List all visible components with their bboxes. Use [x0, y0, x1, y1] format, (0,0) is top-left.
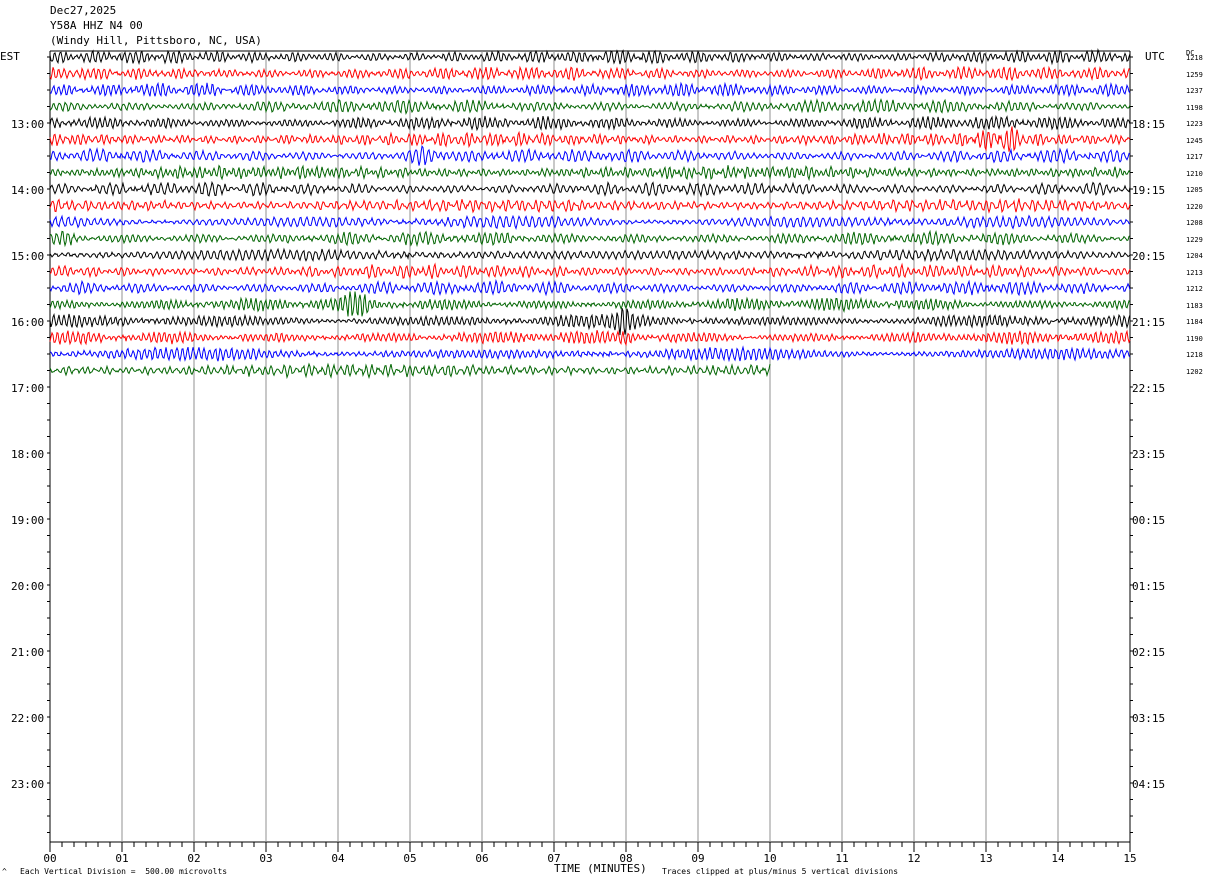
seismic-trace — [49, 198, 1131, 214]
seismic-trace — [49, 164, 1131, 182]
seismic-trace — [49, 247, 1131, 263]
seismic-trace — [49, 278, 1131, 297]
seismic-trace — [49, 81, 1131, 99]
seismic-trace — [49, 291, 1131, 317]
footer-scale-note: Each Vertical Division = 500.00 microvol… — [20, 867, 228, 876]
seismic-trace — [49, 345, 1131, 363]
seismic-trace — [49, 262, 1131, 280]
seismic-trace — [49, 180, 1131, 198]
footer-mark: ^ — [2, 867, 7, 876]
seismic-trace — [49, 329, 1131, 347]
seismic-trace — [49, 144, 1131, 166]
seismic-trace — [49, 114, 1131, 132]
seismic-trace — [49, 308, 1131, 336]
seismogram-plot — [47, 47, 1133, 852]
x-axis-label: TIME (MINUTES) — [554, 862, 647, 875]
seismic-trace — [49, 97, 1131, 115]
footer-clip-note: Traces clipped at plus/minus 5 vertical … — [662, 867, 899, 876]
seismic-trace — [49, 126, 1131, 152]
seismic-trace — [49, 65, 1131, 82]
seismic-trace — [49, 214, 1131, 231]
seismic-trace — [49, 47, 1131, 66]
seismic-trace — [49, 229, 1131, 248]
